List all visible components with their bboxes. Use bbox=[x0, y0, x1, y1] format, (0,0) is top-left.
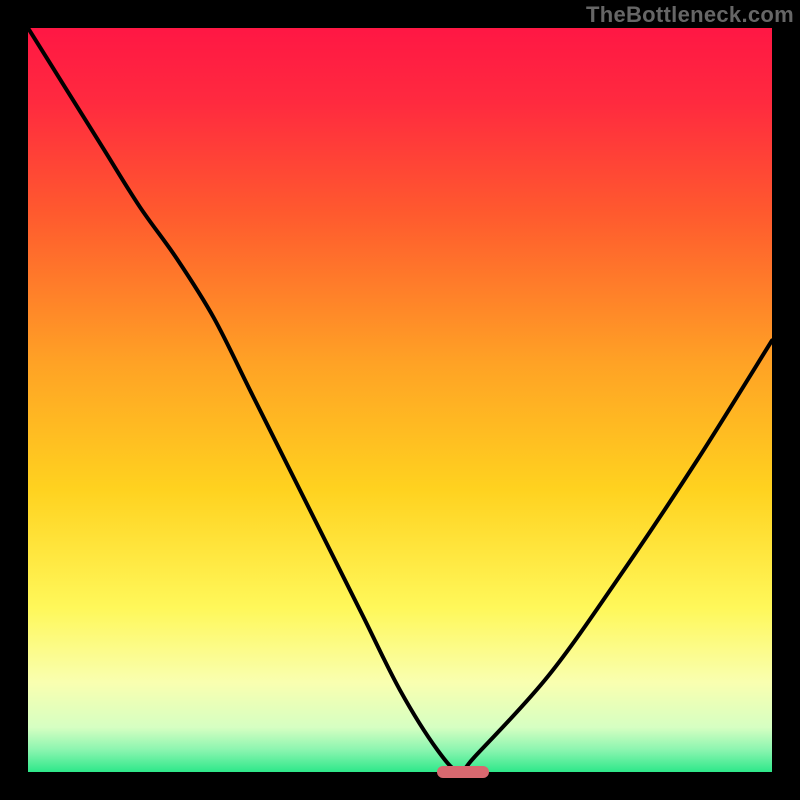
watermark-text: TheBottleneck.com bbox=[586, 2, 794, 28]
plot-area bbox=[28, 28, 772, 772]
chart-frame: TheBottleneck.com bbox=[0, 0, 800, 800]
chart-svg bbox=[28, 28, 772, 772]
optimum-marker bbox=[437, 766, 489, 778]
gradient-background bbox=[28, 28, 772, 772]
